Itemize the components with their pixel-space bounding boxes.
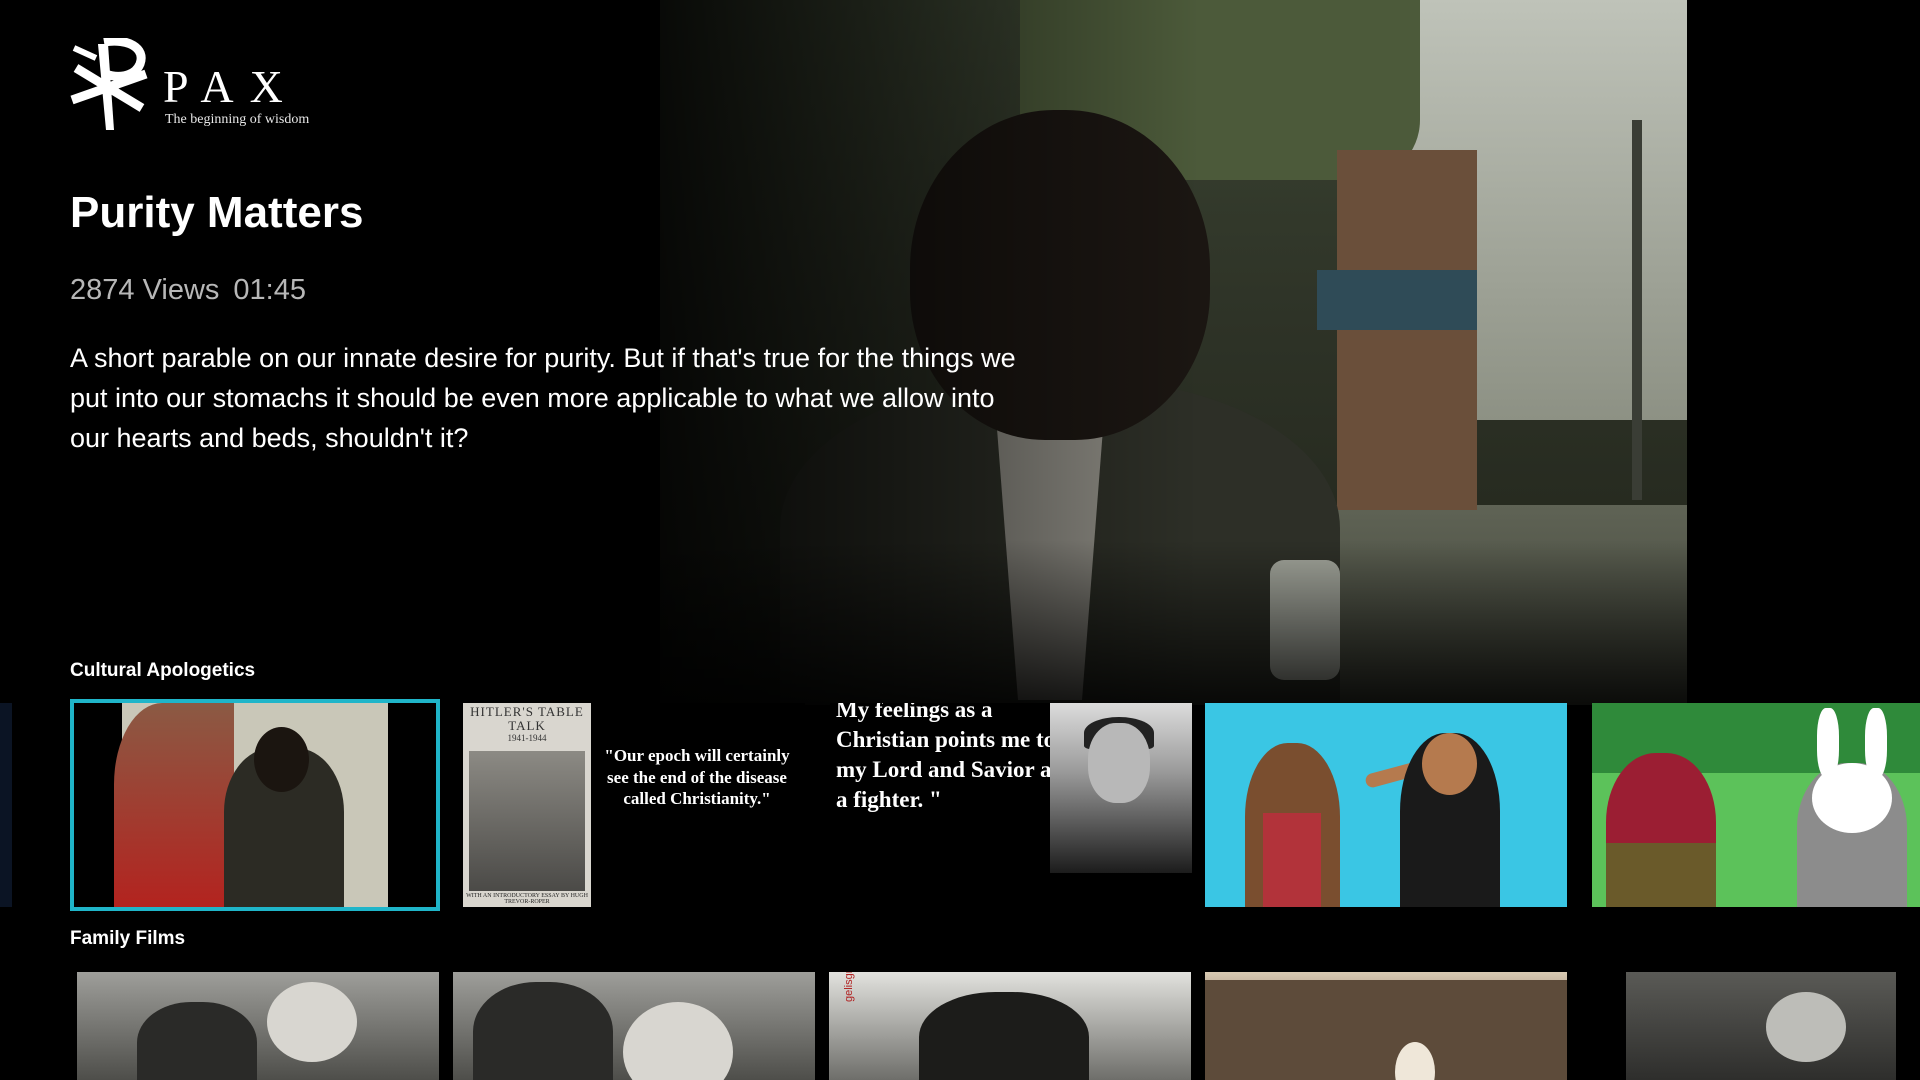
- video-description: A short parable on our innate desire for…: [70, 343, 1016, 453]
- carousel-tile-cartoon[interactable]: [1205, 703, 1567, 907]
- carousel-tile-purity-matters[interactable]: [70, 699, 440, 911]
- brand-tagline: The beginning of wisdom: [165, 112, 310, 127]
- app-screen: PAX The beginning of wisdom Purity Matte…: [0, 0, 1920, 1080]
- carousel-tile-family-film[interactable]: [1205, 972, 1567, 1080]
- book-cover: HITLER'S TABLE TALK 1941-1944 WITH AN IN…: [463, 703, 591, 907]
- row-title-cultural-apologetics: Cultural Apologetics: [70, 660, 256, 681]
- carousel-tile-table-talk[interactable]: HITLER'S TABLE TALK 1941-1944 WITH AN IN…: [443, 703, 805, 907]
- carousel-tile-family-film[interactable]: [1626, 972, 1896, 1080]
- book-years: 1941-1944: [507, 733, 547, 743]
- portrait-image: [1050, 703, 1192, 873]
- book-title: HITLER'S TABLE TALK: [470, 704, 584, 733]
- tile-quote-text: My feelings as a Christian points me to …: [836, 703, 1061, 812]
- carousel-tile-christian-fighter[interactable]: My feelings as a Christian points me to …: [830, 703, 1192, 907]
- watermark-text: gelisgroup.com: [843, 972, 855, 1002]
- video-duration: 01:45: [233, 274, 306, 306]
- chi-rho-icon: [70, 38, 148, 130]
- book-caption: WITH AN INTRODUCTORY ESSAY BY HUGH TREVO…: [466, 893, 588, 905]
- brand-name: PAX: [163, 61, 299, 112]
- brand-logo: PAX The beginning of wisdom: [68, 38, 328, 133]
- carousel-tile-cartoon-rabbit[interactable]: [1592, 703, 1920, 907]
- video-title: Purity Matters: [70, 188, 364, 237]
- carousel-tile-family-film[interactable]: [453, 972, 815, 1080]
- carousel-tile-partial[interactable]: [0, 703, 12, 907]
- carousel-tile-family-film[interactable]: [77, 972, 439, 1080]
- video-meta: 2874 Views 01:45: [70, 274, 306, 307]
- row-title-family-films: Family Films: [70, 928, 186, 949]
- view-count: 2874 Views: [70, 274, 220, 306]
- hero-bottom-gradient: [0, 540, 1920, 710]
- carousel-tile-family-film[interactable]: gelisgroup.com: [829, 972, 1191, 1080]
- tile-quote-text: "Our epoch will certainly see the end of…: [604, 746, 790, 808]
